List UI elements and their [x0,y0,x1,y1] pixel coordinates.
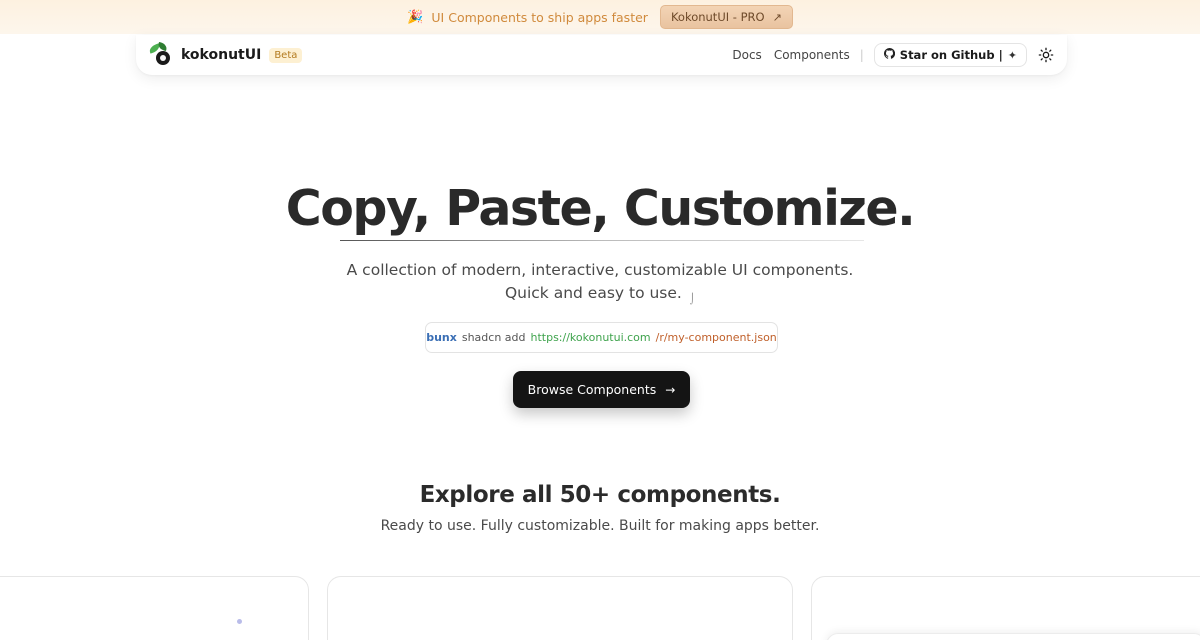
component-card[interactable] [0,576,309,640]
component-card[interactable] [327,576,793,640]
pro-button-label: KokonutUI - PRO [670,10,765,24]
command-action: shadcn add [461,331,526,344]
pro-button[interactable]: KokonutUI - PRO ↗ [659,5,793,29]
beta-badge: Beta [269,47,303,63]
star-on-github-label: Star on Github | [899,48,1003,62]
command-path: /r/my-component.json [655,331,777,344]
arrow-right-icon: → [665,382,676,397]
party-popper-icon: 🎉 [407,9,424,25]
arrow-up-right-icon: ↗ [772,10,782,24]
sparkle-icon: ✦ [1007,48,1017,62]
kokonut-logo-icon[interactable] [148,41,172,67]
hero-subtitle: A collection of modern, interactive, cus… [0,259,1200,311]
command-url: https://kokonutui.com [530,331,651,344]
star-on-github-button[interactable]: Star on Github | ✦ [873,43,1027,67]
navbar: kokonutUI Beta Docs Components | Star on… [136,35,1067,75]
component-card[interactable] [811,576,1200,640]
hero-subtitle-line-1: A collection of modern, interactive, cus… [346,261,854,279]
browse-components-label: Browse Components [527,382,657,397]
hero-title: Copy, Paste, Customize. [285,180,916,237]
hero-title-underline [340,240,864,241]
browse-components-button[interactable]: Browse Components → [513,371,690,408]
install-command[interactable]: bunx shadcn add https://kokonutui.com /r… [425,322,778,353]
dot-decoration [237,619,242,624]
explore-subtitle: Ready to use. Fully customizable. Built … [380,518,820,534]
sun-icon[interactable] [1037,46,1055,64]
hero-subtitle-line-2: Quick and easy to use. [504,284,682,302]
github-icon [883,47,895,62]
command-runner: bunx [426,331,457,344]
explore-title: Explore all 50+ components. [419,482,781,508]
nav-link-docs[interactable]: Docs [732,48,761,62]
promo-banner: 🎉 UI Components to ship apps faster Koko… [0,0,1200,34]
hero-subtitle-line-2-wrap: Quick and easy to use. ⌡ [0,282,1200,311]
promo-text: UI Components to ship apps faster [431,9,648,25]
card-inner-panel [826,633,1200,640]
brand-name[interactable]: kokonutUI [181,47,261,63]
nav-separator: | [859,48,864,62]
nav-link-components[interactable]: Components [774,48,850,62]
cursor-icon: ⌡ [689,294,696,305]
